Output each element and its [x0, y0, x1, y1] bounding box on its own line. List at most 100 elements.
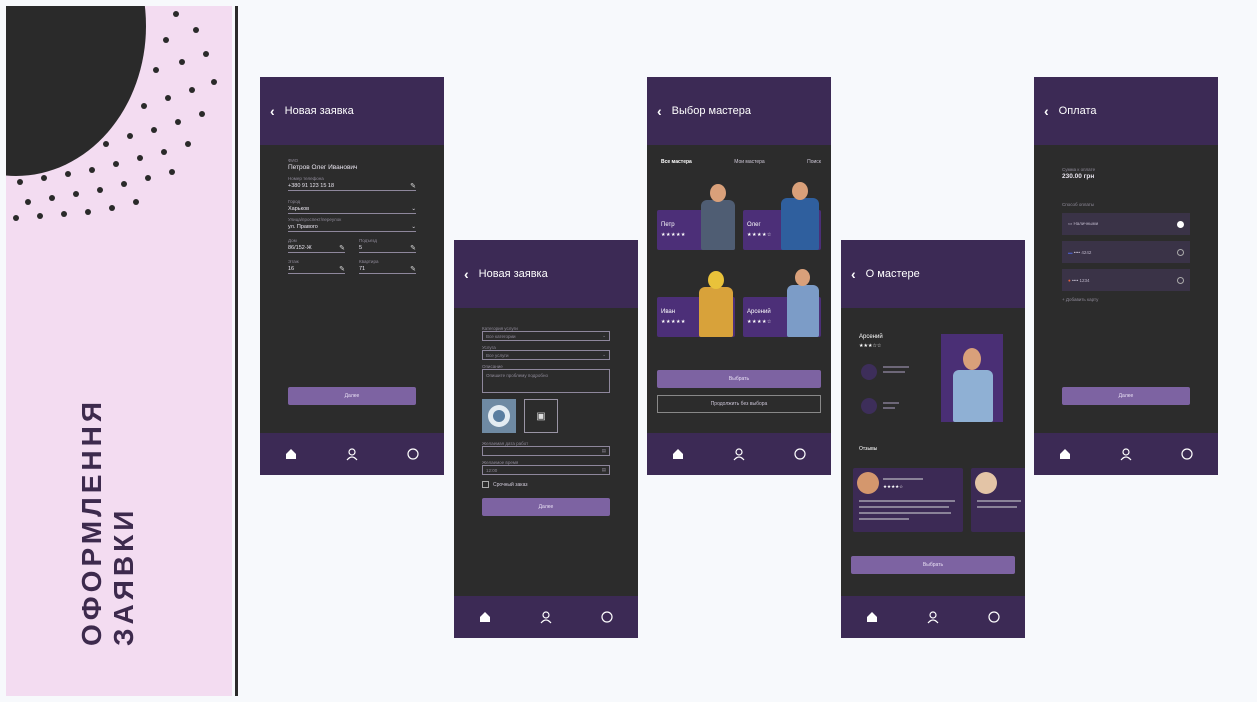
experience-icon	[861, 364, 877, 380]
choose-button[interactable]: Выбрать	[851, 556, 1015, 574]
street-select[interactable]: ул. Правого ⌄	[288, 222, 416, 232]
chat-icon[interactable]	[600, 610, 614, 624]
profile-icon[interactable]	[926, 610, 940, 624]
city-select[interactable]: Харьков ⌄	[288, 204, 416, 214]
payment-option-cash[interactable]: ▭ Наличными	[1062, 213, 1190, 235]
edit-icon[interactable]: ✎	[410, 182, 416, 190]
next-button[interactable]: Далее	[288, 387, 416, 405]
calendar-icon: ▤	[601, 448, 606, 453]
screen-title: Новая заявка	[284, 105, 354, 117]
home-icon[interactable]	[284, 447, 298, 461]
back-arrow-icon[interactable]: ‹	[1044, 103, 1049, 119]
home-icon[interactable]	[671, 447, 685, 461]
payment-option-card-2[interactable]: ● •••• 1234	[1062, 269, 1190, 291]
category-select[interactable]: Все категории ⌄	[482, 331, 610, 341]
urgent-label: Срочный заказ	[493, 481, 528, 488]
radio[interactable]	[1177, 276, 1184, 284]
tab-search[interactable]: Поиск	[807, 159, 821, 165]
avatar	[975, 472, 997, 494]
tab-bar	[841, 596, 1025, 638]
screen-new-request-service: ‹ Новая заявка Категория услуги Все кате…	[454, 240, 638, 638]
sum-value: 230.00 грн	[1062, 173, 1095, 180]
header: ‹ Новая заявка	[260, 77, 444, 145]
orders-icon	[861, 398, 877, 414]
name-field[interactable]: Петров Олег Иванович	[288, 163, 416, 173]
tab-bar	[454, 596, 638, 638]
screen-title: О мастере	[865, 268, 920, 280]
decor-panel: ОФОРМЛЕННЯ ЗАЯВКИ	[6, 6, 232, 696]
screen-new-request-contacts: ‹ Новая заявка ФИО Петров Олег Иванович …	[260, 77, 444, 475]
chat-icon[interactable]	[1180, 447, 1194, 461]
master-photo	[699, 287, 733, 337]
chat-icon[interactable]	[793, 447, 807, 461]
description-input[interactable]: Опишите проблему подробно	[482, 369, 610, 393]
screen-title: Выбор мастера	[671, 105, 751, 117]
urgent-checkbox[interactable]	[482, 481, 489, 488]
choose-button[interactable]: Выбрать	[657, 370, 821, 388]
profile-icon[interactable]	[732, 447, 746, 461]
home-icon[interactable]	[865, 610, 879, 624]
radio[interactable]	[1177, 248, 1184, 256]
chevron-down-icon: ⌄	[411, 205, 416, 212]
screen-title: Оплата	[1058, 105, 1097, 117]
next-button[interactable]: Далее	[1062, 387, 1190, 405]
reviews-heading: Отзывы	[859, 446, 878, 452]
profile-icon[interactable]	[539, 610, 553, 624]
next-button[interactable]: Далее	[482, 498, 610, 516]
back-arrow-icon[interactable]: ‹	[851, 266, 856, 282]
time-field[interactable]: 12:00 ▤	[482, 465, 610, 475]
edit-icon[interactable]: ✎	[339, 244, 345, 252]
master-card-oleg[interactable]: Олег ★★★★☆	[743, 182, 821, 250]
add-photo-icon[interactable]: ▣	[524, 399, 558, 433]
master-photo	[787, 285, 819, 337]
service-select[interactable]: Все услуги ⌄	[482, 350, 610, 360]
section-title: ОФОРМЛЕННЯ ЗАЯВКИ	[76, 398, 140, 646]
skip-button[interactable]: Продолжить без выбора	[657, 395, 821, 413]
profile-icon[interactable]	[1119, 447, 1133, 461]
master-photo	[701, 200, 735, 250]
back-arrow-icon[interactable]: ‹	[464, 266, 469, 282]
radio-selected[interactable]	[1177, 220, 1184, 228]
master-photo	[781, 198, 819, 250]
chat-icon[interactable]	[987, 610, 1001, 624]
phone-field[interactable]: +380 91 123 15 18 ✎	[288, 181, 416, 191]
chat-icon[interactable]	[406, 447, 420, 461]
screen-payment: ‹ Оплата Сумма к оплате 230.00 грн Спосо…	[1034, 77, 1218, 475]
cash-icon: ▭	[1068, 221, 1073, 226]
avatar	[857, 472, 879, 494]
add-card-link[interactable]: + Добавить карту	[1062, 297, 1190, 302]
master-card-ivan[interactable]: Иван ★★★★★	[657, 271, 735, 337]
date-field[interactable]: ▤	[482, 446, 610, 456]
master-photo	[941, 334, 1003, 422]
edit-icon[interactable]: ✎	[410, 244, 416, 252]
apartment-field[interactable]: 71 ✎	[359, 264, 416, 274]
header: ‹ Новая заявка	[454, 240, 638, 308]
edit-icon[interactable]: ✎	[339, 265, 345, 273]
profile-icon[interactable]	[345, 447, 359, 461]
master-card-arseniy[interactable]: Арсений ★★★★☆	[743, 269, 821, 337]
home-icon[interactable]	[1058, 447, 1072, 461]
method-label: Способ оплаты	[1062, 202, 1095, 207]
master-name: Арсений	[859, 334, 883, 340]
mastercard-icon: ●	[1068, 277, 1071, 283]
attached-photo[interactable]	[482, 399, 516, 433]
visa-icon: ▬	[1068, 249, 1073, 255]
floor-field[interactable]: 16 ✎	[288, 264, 345, 274]
payment-option-card-1[interactable]: ▬ •••• 4242	[1062, 241, 1190, 263]
tab-all-masters[interactable]: Все мастера	[661, 159, 692, 165]
edit-icon[interactable]: ✎	[410, 265, 416, 273]
master-card-petr[interactable]: Петр ★★★★★	[657, 184, 735, 250]
back-arrow-icon[interactable]: ‹	[657, 103, 662, 119]
tab-my-masters[interactable]: Мои мастера	[734, 159, 764, 165]
screen-title: Новая заявка	[478, 268, 548, 280]
master-rating: ★★★☆☆	[859, 343, 882, 349]
decor-dots	[13, 11, 217, 221]
divider	[235, 6, 238, 696]
house-field[interactable]: 86/152-Ж ✎	[288, 243, 345, 253]
chevron-down-icon: ⌄	[602, 352, 606, 357]
entrance-field[interactable]: 5 ✎	[359, 243, 416, 253]
back-arrow-icon[interactable]: ‹	[270, 103, 275, 119]
review-card: ★★★★☆	[853, 468, 963, 532]
chevron-down-icon: ⌄	[411, 223, 416, 230]
home-icon[interactable]	[478, 610, 492, 624]
